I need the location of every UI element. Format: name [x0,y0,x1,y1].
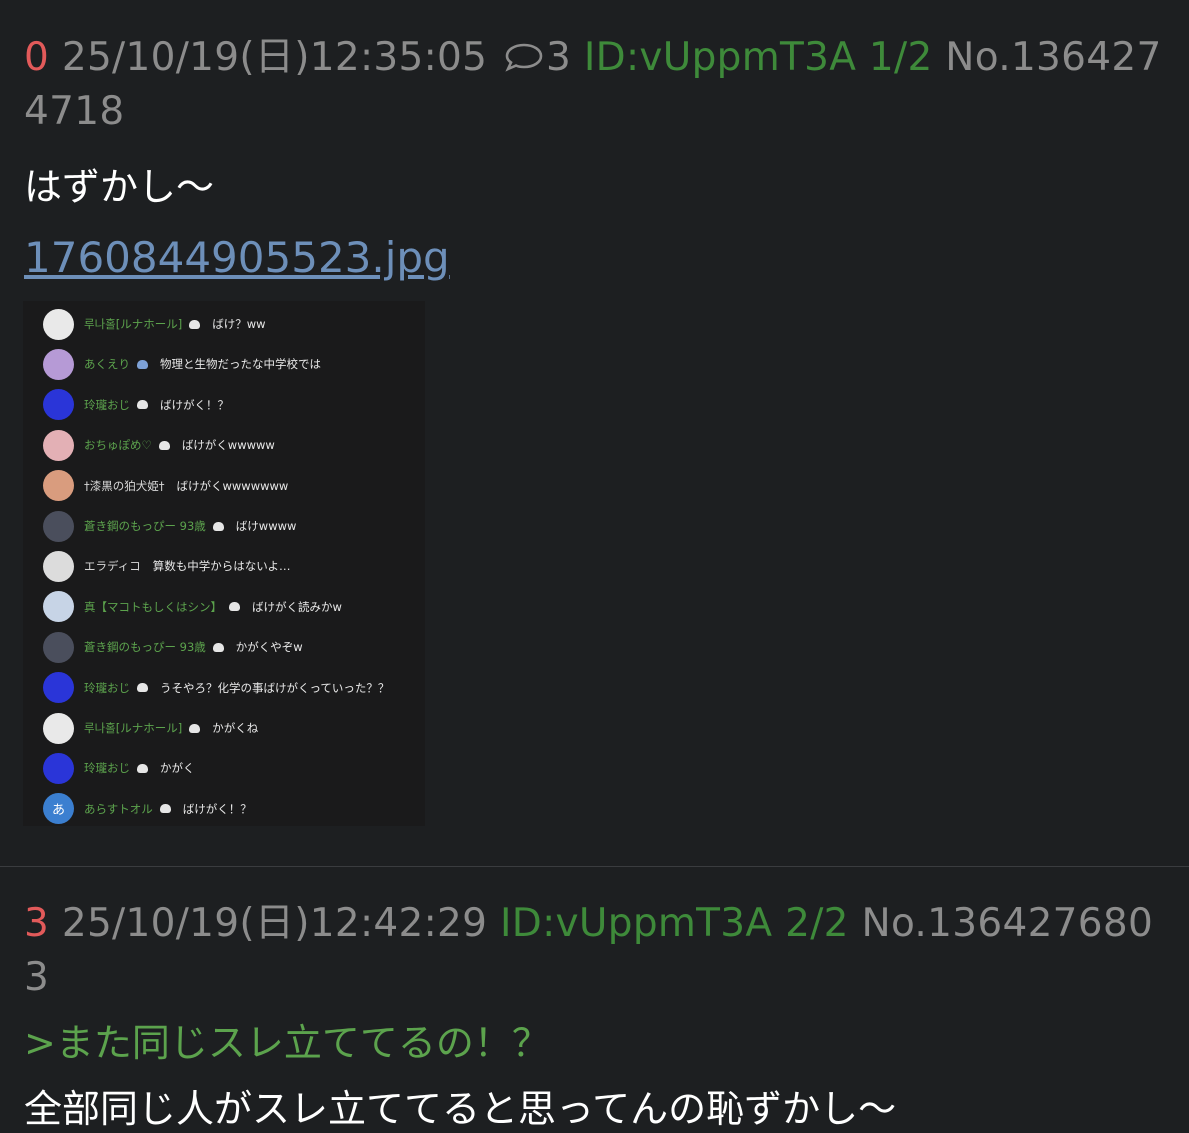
chat-message: かがくやぞw [235,640,303,655]
chat-message: ばけがく！？ [160,397,229,412]
speech-bubble-icon[interactable] [504,42,544,72]
chat-row: おちゅぽめ♡ ばけがくwwwww [43,429,275,461]
user-badge-icon [212,521,224,531]
post-number[interactable]: 0 [24,35,49,80]
chat-row: 玲瓏おじ ばけがく！？ [43,389,229,421]
avatar [43,591,74,623]
chat-message: 算数も中学からはないよ… [152,559,291,574]
user-badge-icon [189,319,201,329]
chat-row: エラディコ 算数も中学からはないよ… [43,550,290,582]
avatar [43,712,74,744]
attached-image-thumbnail[interactable]: 루나홀[ルナホール] ばけ？ww あくえり 物理と生物だったな中学校では 玲瓏おじ ばけが… [23,301,425,826]
avatar [43,672,74,704]
user-badge-icon [137,683,148,693]
chat-username: †漆黒の狛犬姫† [84,478,165,493]
post-datetime: 25/10/19(日)12:42:29 [61,901,488,946]
chat-username: あくえり [84,357,130,372]
chat-message: ばけがくwwwww [181,438,275,453]
chat-username: 루나홀[ルナホール] [84,317,183,331]
chat-message: 物理と生物だったな中学校では [160,357,321,372]
chat-username: 玲瓏おじ [84,397,130,412]
poster-id[interactable]: ID:vUppmT3A 2/2 [500,901,849,946]
chat-message: ばけwwww [235,519,297,533]
avatar [43,752,74,784]
chat-message: ばけがく読みかw [252,599,342,614]
chat-username: 玲瓏おじ [84,680,130,695]
chat-message: ばけ？ww [212,317,266,331]
reply-count[interactable]: 3 [546,35,571,80]
post-2-header: 3 25/10/19(日)12:42:29 ID:vUppmT3A 2/2 No… [24,867,1189,1005]
post-body: はずかし〜 [24,165,215,209]
chat-message: うそやろ？化学の事ばけがくっていった？？ [160,680,390,695]
chat-row: 루나홀[ルナホール] ばけ？ww [43,308,266,340]
chat-username: 玲瓏おじ [84,761,130,776]
chat-row: 玲瓏おじ うそやろ？化学の事ばけがくっていった？？ [43,672,389,704]
user-badge-icon [212,642,224,652]
user-badge-icon [137,763,148,773]
chat-username: 루나홀[ルナホール] [84,721,183,735]
user-badge-icon [159,804,171,814]
avatar [43,550,74,582]
chat-username: 真【マコトもしくはシン】 [84,599,222,614]
chat-row: 蒼き鋼のもっぴー 93歳 ばけwwww [43,510,296,542]
post-1-header: 0 25/10/19(日)12:35:05 3 ID:vUppmT3A 1/2 … [24,0,1189,139]
user-badge-icon [137,359,148,369]
user-badge-icon [137,400,148,410]
avatar [43,308,74,340]
user-badge-icon [229,602,240,612]
chat-row: †漆黒の狛犬姫† ばけがくwwwwwww [43,470,288,502]
avatar [43,389,74,421]
chat-username: 蒼き鋼のもっぴー 93歳 [84,519,206,533]
chat-message: かがく [160,761,195,776]
chat-username: おちゅぽめ♡ [84,438,152,453]
chat-row: ああらすトオル ばけがく！？ [43,793,252,825]
chat-message: ばけがく！？ [182,801,252,816]
chat-message: ばけがくwwwwwww [176,478,289,493]
post-datetime: 25/10/19(日)12:35:05 [61,35,488,80]
avatar: あ [43,793,74,825]
post-2: 3 25/10/19(日)12:42:29 ID:vUppmT3A 2/2 No… [0,867,1189,1133]
chat-row: 蒼き鋼のもっぴー 93歳 かがくやぞw [43,631,303,663]
chat-row: 玲瓏おじ かがく [43,752,195,784]
chat-username: あらすトオル [84,801,153,816]
chat-row: 루나홀[ルナホール] かがくね [43,712,258,744]
chat-message: かがくね [212,721,259,735]
avatar [43,429,74,461]
avatar [43,510,74,542]
post-number[interactable]: 3 [24,901,49,946]
avatar [43,631,74,663]
avatar [43,470,74,502]
quote-text: >また同じスレ立ててるの！？ [24,1021,550,1065]
chat-username: 蒼き鋼のもっぴー 93歳 [84,640,206,655]
poster-id[interactable]: ID:vUppmT3A 1/2 [584,35,933,80]
chat-row: あくえり 物理と生物だったな中学校では [43,348,321,380]
user-badge-icon [189,723,201,733]
post-body: 全部同じ人がスレ立ててると思ってんの恥ずかし〜 [24,1087,897,1131]
file-link[interactable]: 1760844905523.jpg [24,233,450,283]
avatar [43,348,74,380]
chat-row: 真【マコトもしくはシン】 ばけがく読みかw [43,591,342,623]
user-badge-icon [158,440,170,450]
chat-username: エラディコ [84,559,141,574]
post-1: 0 25/10/19(日)12:35:05 3 ID:vUppmT3A 1/2 … [0,0,1189,867]
